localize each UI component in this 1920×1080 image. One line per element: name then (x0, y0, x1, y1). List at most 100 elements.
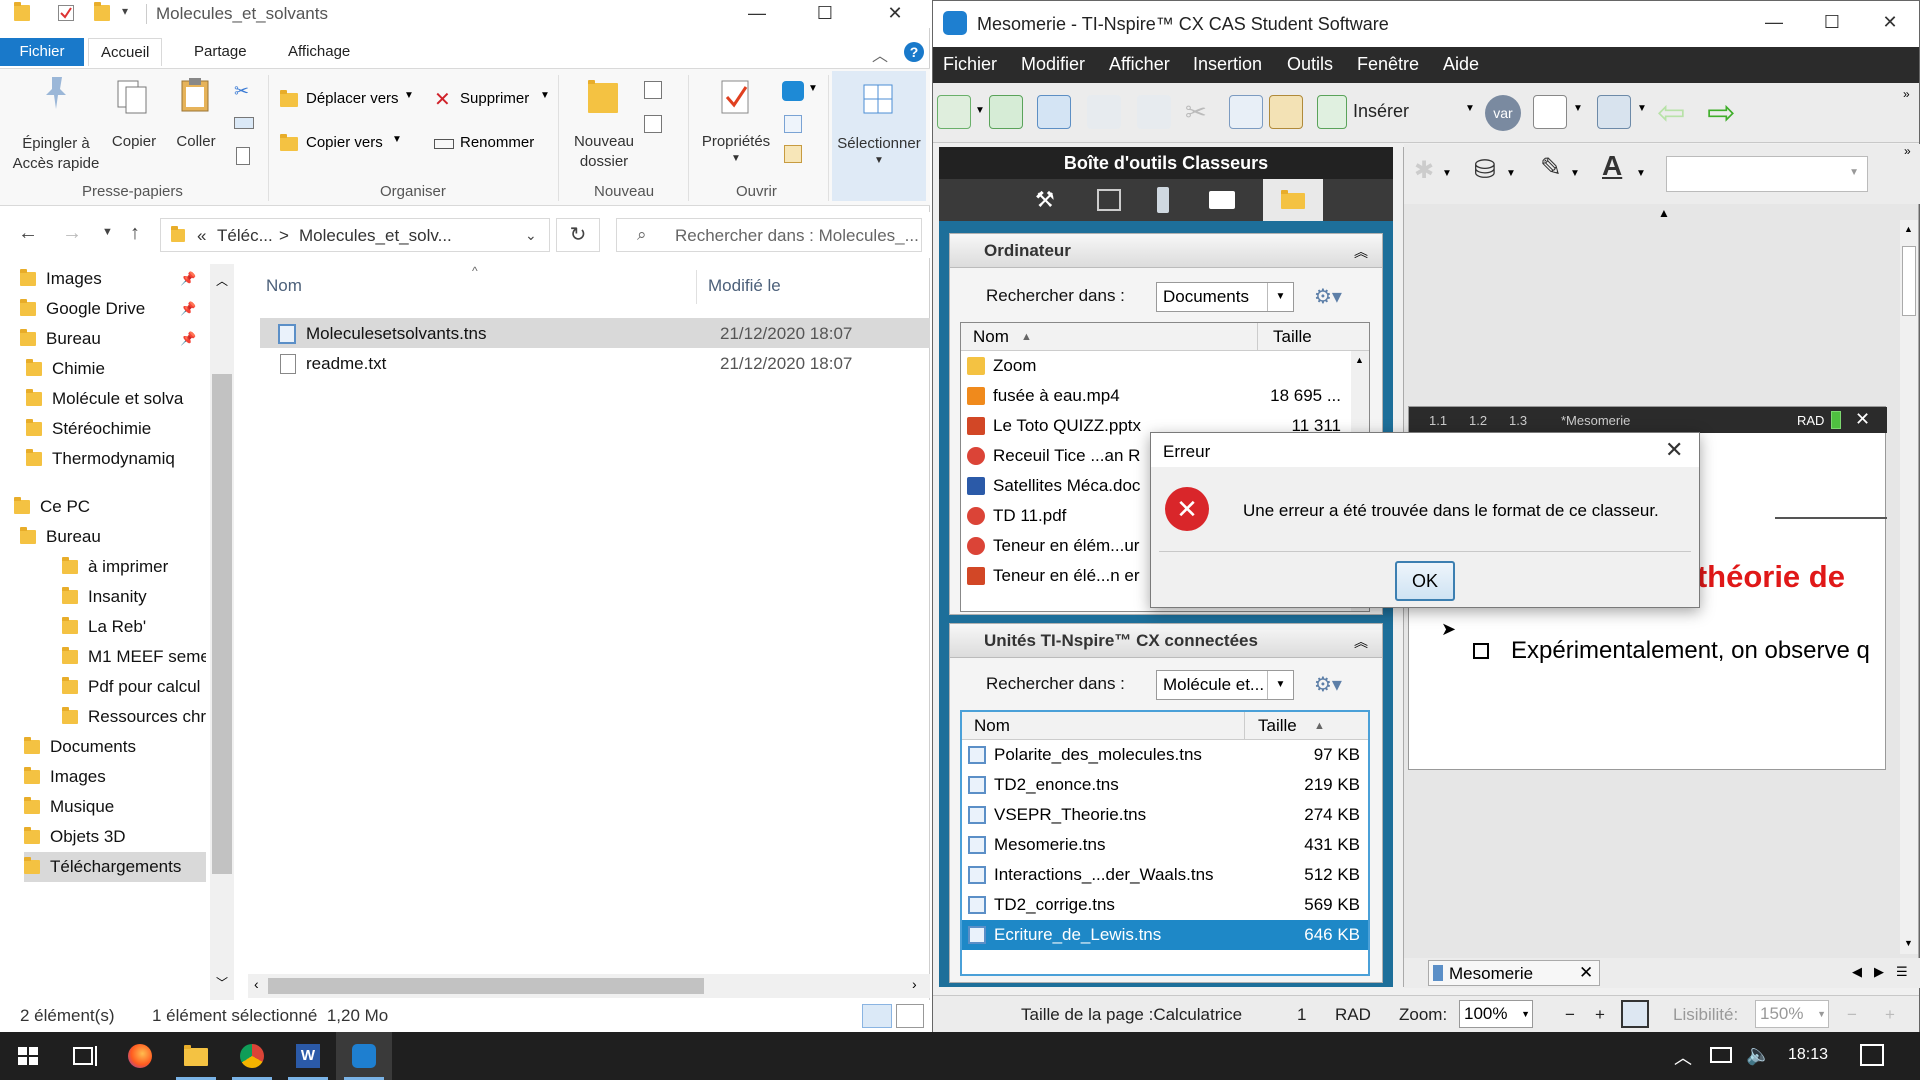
column-size[interactable]: Taille (1273, 323, 1312, 351)
chevron-down-icon[interactable]: ▼ (1817, 1001, 1826, 1027)
var-icon[interactable]: var (1485, 95, 1521, 131)
nav-item[interactable]: Documents (24, 732, 206, 762)
scroll-thumb[interactable] (1902, 246, 1916, 316)
document-scrollbar[interactable]: ▲ ▼ (1900, 220, 1918, 954)
address-overflow[interactable]: « (197, 226, 206, 246)
search-input[interactable]: ⌕ Rechercher dans : Molecules_... (616, 218, 922, 252)
minimize-button[interactable]: — (1751, 9, 1797, 37)
list-item[interactable]: Mesomerie.tns 431 KB (962, 830, 1368, 860)
tab-affichage[interactable]: Affichage (276, 38, 362, 66)
fill-color-icon[interactable]: ⛁ (1474, 154, 1496, 185)
ok-button[interactable]: OK (1395, 561, 1455, 601)
screenshot-dropdown-icon[interactable]: ▼ (1637, 103, 1647, 114)
line-color-icon[interactable]: ✎ (1540, 152, 1562, 183)
file-row[interactable]: Moleculesetsolvants.tns 21/12/2020 18:07 (260, 318, 930, 348)
menu-aide[interactable]: Aide (1443, 54, 1479, 75)
nav-item[interactable]: Thermodynamiq (26, 444, 206, 474)
scroll-thumb[interactable] (212, 374, 232, 874)
nav-item[interactable]: Pdf pour calcul (62, 672, 206, 702)
column-divider[interactable] (1257, 323, 1258, 351)
explorer-titlebar[interactable]: ▾ Molecules_et_solvants — ☐ ✕ (0, 0, 930, 28)
list-item[interactable]: Ecriture_de_Lewis.tns 646 KB (962, 920, 1368, 950)
menu-fichier[interactable]: Fichier (943, 54, 997, 75)
text-dropdown-icon[interactable]: ▼ (1636, 168, 1646, 179)
zoom-out-icon[interactable]: − (1565, 1005, 1575, 1025)
scroll-down-icon[interactable]: ▼ (1904, 938, 1913, 948)
copy-to-button[interactable]: Copier vers ▼ (278, 131, 418, 157)
volume-icon[interactable]: 🔈 (1746, 1042, 1771, 1067)
nav-item[interactable]: à imprimer (62, 552, 206, 582)
battery-icon[interactable] (1710, 1047, 1732, 1063)
scroll-right-icon[interactable]: › (912, 976, 917, 992)
column-modified[interactable]: Modifié le (708, 276, 781, 296)
paste-shortcut-icon[interactable] (236, 147, 250, 165)
column-name[interactable]: Nom (974, 712, 1010, 740)
breadcrumb-current[interactable]: Molecules_et_solv... (299, 226, 452, 246)
gear-icon[interactable]: ⚙▾ (1314, 284, 1342, 309)
screenshot-icon[interactable] (1597, 95, 1631, 129)
content-explorer-tab[interactable] (1263, 179, 1323, 221)
fill-dropdown-icon[interactable]: ▼ (1506, 168, 1516, 179)
start-button[interactable] (0, 1032, 56, 1080)
nav-item[interactable]: Chimie (26, 354, 206, 384)
move-to-button[interactable]: Déplacer vers ▼ (278, 87, 418, 113)
scroll-up-icon[interactable]: ︿ (216, 272, 228, 289)
forward-arrow-icon[interactable]: → (62, 222, 82, 245)
paste-button[interactable]: Coller (168, 69, 224, 179)
history-icon[interactable] (784, 145, 802, 163)
nav-item[interactable]: Ce PC (14, 492, 206, 522)
help-icon[interactable]: ? (904, 42, 924, 62)
horizontal-scrollbar[interactable]: ‹ › (248, 974, 930, 998)
zoom-in-icon[interactable]: + (1595, 1005, 1605, 1025)
line-dropdown-icon[interactable]: ▼ (1570, 168, 1580, 179)
toolbar-overflow-icon[interactable]: » (1904, 144, 1911, 158)
previous-page-icon[interactable]: ⇦ (1657, 93, 1686, 133)
nspire-taskbar-button[interactable] (336, 1032, 392, 1080)
page-tab[interactable]: 1.1 (1429, 413, 1447, 428)
nav-item[interactable]: Insanity (62, 582, 206, 612)
explorer-taskbar-button[interactable] (168, 1032, 224, 1080)
dialog-close-icon[interactable]: ✕ (1665, 437, 1683, 463)
content-icon[interactable] (1209, 191, 1235, 209)
rename-button[interactable]: Renommer (432, 131, 552, 157)
nav-item[interactable]: Bureau 📌 (20, 324, 206, 354)
copy-icon[interactable] (1229, 95, 1263, 129)
legibility-select[interactable]: 150% ▼ (1755, 1000, 1829, 1028)
word-taskbar-button[interactable]: W (280, 1032, 336, 1080)
properties-check-icon[interactable] (58, 5, 74, 21)
scroll-up-icon[interactable]: ▲ (1355, 355, 1364, 365)
tab-partage[interactable]: Partage (182, 38, 259, 66)
new-dropdown-icon[interactable]: ▼ (975, 105, 985, 116)
computer-panel-title[interactable]: Ordinateur (950, 234, 1382, 268)
back-arrow-icon[interactable]: ← (18, 222, 38, 245)
tools-icon[interactable]: ✱ (1414, 156, 1434, 185)
show-hidden-icons[interactable]: ︿ (1674, 1044, 1692, 1070)
undo-icon[interactable] (1087, 95, 1121, 129)
chevron-down-icon[interactable]: ▼ (1849, 167, 1859, 178)
menu-afficher[interactable]: Afficher (1109, 54, 1170, 75)
nspire-open-icon[interactable] (782, 81, 804, 101)
nspire-titlebar[interactable]: Mesomerie - TI-Nspire™ CX CAS Student So… (933, 1, 1919, 47)
gear-icon[interactable]: ⚙▾ (1314, 672, 1342, 697)
menu-modifier[interactable]: Modifier (1021, 54, 1085, 75)
tab-list-icon[interactable]: ☰ (1896, 964, 1908, 980)
select-button[interactable]: Sélectionner ▼ (832, 71, 926, 201)
breadcrumb-downloads[interactable]: Téléc... (217, 226, 273, 246)
list-item[interactable]: TD2_enonce.tns 219 KB (962, 770, 1368, 800)
paste-icon[interactable] (1269, 95, 1303, 129)
maximize-button[interactable]: ☐ (1809, 9, 1855, 37)
nav-item[interactable]: Objets 3D (24, 822, 206, 852)
angle-mode-status[interactable]: RAD (1335, 1005, 1371, 1025)
page-tab[interactable]: 1.2 (1469, 413, 1487, 428)
font-select[interactable]: ▼ (1666, 156, 1868, 192)
next-page-icon[interactable]: ⇨ (1707, 93, 1736, 133)
open-dropdown-icon[interactable]: ▼ (808, 83, 818, 94)
details-view-icon[interactable] (862, 1004, 892, 1028)
nav-item[interactable]: Google Drive 📌 (20, 294, 206, 324)
list-item[interactable]: Zoom (961, 351, 1349, 381)
list-item[interactable]: fusée à eau.mp4 18 695 ... (961, 381, 1349, 411)
tools-dropdown-icon[interactable]: ▼ (1442, 168, 1452, 179)
legibility-minus-icon[interactable]: − (1847, 1005, 1857, 1025)
properties-button[interactable]: Propriétés ▼ (694, 69, 778, 179)
scroll-down-icon[interactable]: ﹀ (216, 974, 228, 991)
